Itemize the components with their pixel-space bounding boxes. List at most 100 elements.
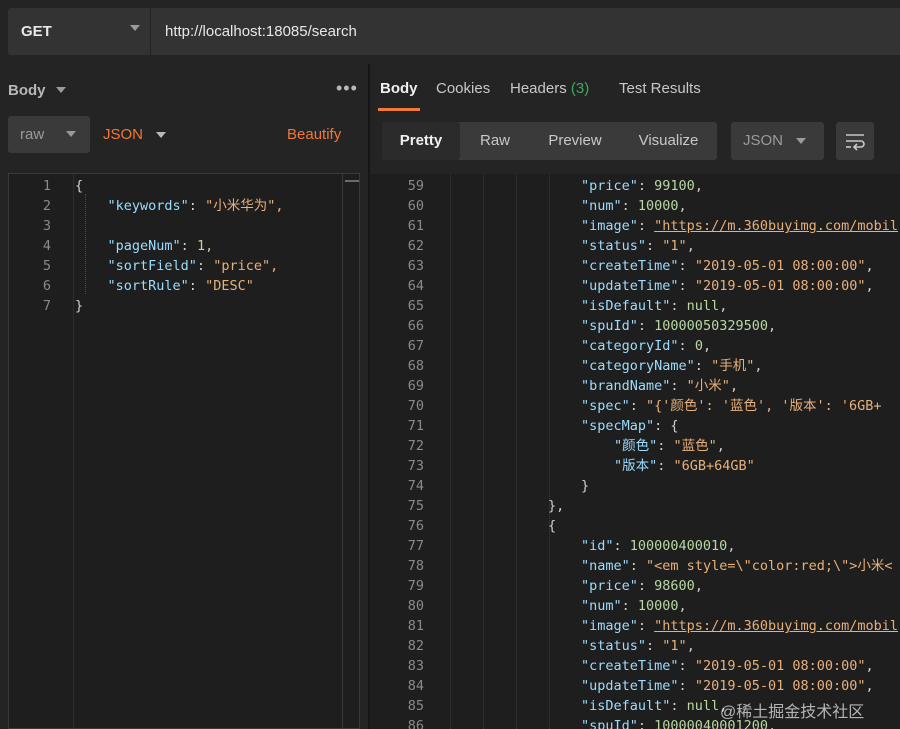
line-number: 70 xyxy=(407,398,424,414)
line-number: 64 xyxy=(407,278,424,294)
line-number: 86 xyxy=(407,718,424,729)
beautify-button[interactable]: Beautify xyxy=(287,126,341,143)
body-dropdown[interactable]: Body xyxy=(8,82,46,99)
response-text: "specMap": { xyxy=(581,418,679,434)
response-text: "createTime": "2019-05-01 08:00:00", xyxy=(581,658,874,674)
response-line: 61 "image": "https://m.360buyimg.com/mobi… xyxy=(370,216,900,236)
response-text: "image": "https://m.360buyimg.com/mobil xyxy=(581,618,899,634)
code-line: 4 "pageNum": 1, xyxy=(9,236,339,256)
response-text: "isDefault": null, xyxy=(581,298,728,314)
tab-test-results[interactable]: Test Results xyxy=(619,80,701,97)
line-number: 85 xyxy=(407,698,424,714)
response-text: "updateTime": "2019-05-01 08:00:00", xyxy=(581,678,874,694)
view-preview[interactable]: Preview xyxy=(530,122,620,160)
response-toolbar: Pretty Raw Preview Visualize JSON xyxy=(370,112,900,174)
response-text: "categoryId": 0, xyxy=(581,338,712,354)
scrollbar-thumb[interactable] xyxy=(345,180,359,182)
code-line: 2 "keywords": "小米华为", xyxy=(9,196,339,216)
line-number: 75 xyxy=(407,498,424,514)
line-number: 79 xyxy=(407,578,424,594)
response-text: "spec": "{'颜色': '蓝色', '版本': '6GB+ xyxy=(581,398,882,414)
line-number: 69 xyxy=(407,378,424,394)
headers-count-badge: (3) xyxy=(570,80,590,97)
code-line: 3 xyxy=(9,216,339,236)
response-text: "num": 10000, xyxy=(581,198,687,214)
chevron-down-icon xyxy=(66,131,76,137)
chevron-down-icon xyxy=(156,132,166,138)
view-pretty[interactable]: Pretty xyxy=(382,122,460,160)
chevron-down-icon xyxy=(796,138,806,144)
line-number: 63 xyxy=(407,258,424,274)
more-dots-icon[interactable]: ••• xyxy=(336,78,358,99)
watermark: @稀土掘金技术社区 xyxy=(720,704,865,721)
line-number: 61 xyxy=(407,218,424,234)
url-input[interactable]: http://localhost:18085/search xyxy=(151,8,900,55)
response-line: 63 "createTime": "2019-05-01 08:00:00", xyxy=(370,256,900,276)
response-line: 79 "price": 98600, xyxy=(370,576,900,596)
line-number: 74 xyxy=(407,478,424,494)
response-text: }, xyxy=(548,498,565,514)
editor-scrollbar[interactable] xyxy=(342,174,360,728)
response-line: 74} xyxy=(370,476,900,496)
line-number: 77 xyxy=(407,538,424,554)
line-number: 81 xyxy=(407,618,424,634)
response-text: "updateTime": "2019-05-01 08:00:00", xyxy=(581,278,874,294)
line-number: 72 xyxy=(407,438,424,454)
view-visualize[interactable]: Visualize xyxy=(620,122,717,160)
response-format-select[interactable]: JSON xyxy=(731,122,824,160)
response-line: 70 "spec": "{'颜色': '蓝色', '版本': '6GB+ xyxy=(370,396,900,416)
code-line: 6 "sortRule": "DESC" xyxy=(9,276,339,296)
code-line: 7} xyxy=(9,296,339,316)
chevron-down-icon xyxy=(130,25,140,31)
line-number: 5 xyxy=(42,258,51,274)
tab-headers[interactable]: Headers (3) xyxy=(510,80,589,97)
response-text: "categoryName": "手机", xyxy=(581,358,763,374)
line-number: 83 xyxy=(407,658,424,674)
response-pane: Body Cookies Headers (3) Test Results Pr… xyxy=(370,64,900,729)
request-bar: GET http://localhost:18085/search xyxy=(0,0,900,64)
line-number: 73 xyxy=(407,458,424,474)
response-text: "status": "1", xyxy=(581,638,695,654)
body-editor[interactable]: 1{2 "keywords": "小米华为", 3 4 "pageNum": 1, 5… xyxy=(8,173,360,729)
chevron-down-icon xyxy=(56,87,66,93)
tab-cookies[interactable]: Cookies xyxy=(436,80,490,97)
response-text: "spuId": 10000050329500, xyxy=(581,318,777,334)
response-body[interactable]: 59 "price": 99100, 60 "num": 10000, 61 "image… xyxy=(370,174,900,729)
view-raw[interactable]: Raw xyxy=(460,122,530,160)
code-text: "pageNum": 1, xyxy=(107,238,214,254)
url-text: http://localhost:18085/search xyxy=(165,23,357,40)
body-format-select[interactable]: JSON xyxy=(103,126,143,143)
response-text: "brandName": "小米", xyxy=(581,378,739,394)
line-number: 84 xyxy=(407,678,424,694)
response-text: "createTime": "2019-05-01 08:00:00", xyxy=(581,258,874,274)
response-text: "版本": "6GB+64GB" xyxy=(614,458,755,474)
response-line: 78 "name": "<em style=\"color:red;\">小米< xyxy=(370,556,900,576)
response-line: 64 "updateTime": "2019-05-01 08:00:00", xyxy=(370,276,900,296)
line-number: 68 xyxy=(407,358,424,374)
line-number: 82 xyxy=(407,638,424,654)
line-number: 66 xyxy=(407,318,424,334)
code-text: "sortRule": "DESC" xyxy=(107,278,254,294)
response-line: 76 { xyxy=(370,516,900,536)
tab-body[interactable]: Body xyxy=(380,80,418,97)
method-select[interactable]: GET xyxy=(8,8,150,55)
response-line: 66 "spuId": 10000050329500, xyxy=(370,316,900,336)
code-line: 5 "sortField": "price", xyxy=(9,256,339,276)
code-text: "sortField": "price", xyxy=(107,258,279,274)
response-line: 67 "categoryId": 0, xyxy=(370,336,900,356)
response-tabs: Body Cookies Headers (3) Test Results xyxy=(370,64,900,112)
code-text: } xyxy=(75,298,84,314)
response-text: "image": "https://m.360buyimg.com/mobil xyxy=(581,218,899,234)
response-line: 82 "status": "1", xyxy=(370,636,900,656)
line-number: 4 xyxy=(42,238,51,254)
line-number: 3 xyxy=(42,218,51,234)
line-number: 62 xyxy=(407,238,424,254)
line-number: 76 xyxy=(407,518,424,534)
code-text: "keywords": "小米华为", xyxy=(107,198,284,214)
line-number: 60 xyxy=(407,198,424,214)
response-line: 81 "image": "https://m.360buyimg.com/mobi… xyxy=(370,616,900,636)
method-label: GET xyxy=(21,23,52,40)
body-mode-select[interactable]: raw xyxy=(8,116,90,153)
tab-headers-label: Headers xyxy=(510,80,567,97)
wrap-lines-button[interactable] xyxy=(836,122,874,160)
